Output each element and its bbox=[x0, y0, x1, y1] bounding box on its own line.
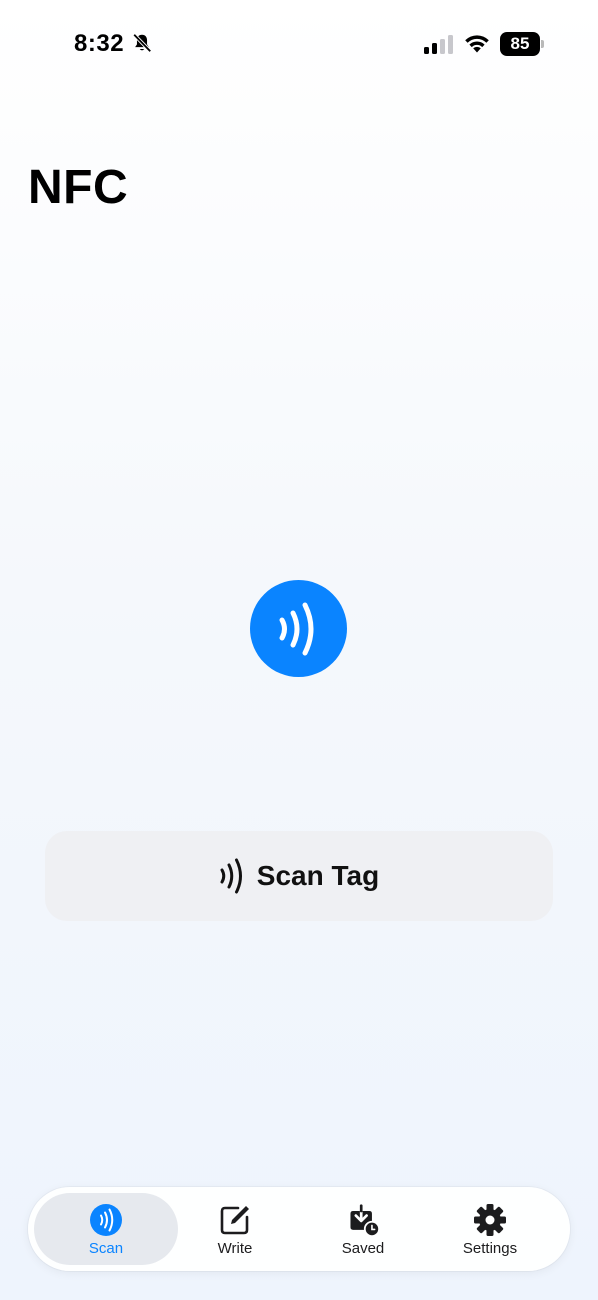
tab-bar: Scan Write Saved Settings bbox=[28, 1187, 570, 1271]
page-title: NFC bbox=[28, 161, 129, 214]
tab-write[interactable]: Write bbox=[171, 1193, 299, 1265]
square-pencil-icon bbox=[218, 1203, 252, 1237]
cellular-signal-icon bbox=[424, 35, 453, 54]
bell-slash-icon bbox=[132, 33, 152, 53]
nfc-status-circle bbox=[250, 580, 347, 677]
scan-tag-button[interactable]: Scan Tag bbox=[45, 831, 553, 921]
status-bar: 8:32 85 bbox=[0, 0, 598, 90]
nfc-waves-icon bbox=[279, 602, 313, 655]
tab-saved[interactable]: Saved bbox=[299, 1193, 427, 1265]
tray-download-clock-icon bbox=[346, 1203, 380, 1237]
tab-settings-label: Settings bbox=[462, 1240, 518, 1257]
tab-scan[interactable]: Scan bbox=[34, 1193, 178, 1265]
wifi-icon bbox=[465, 35, 489, 53]
battery-level: 85 bbox=[500, 32, 540, 56]
gear-icon bbox=[473, 1203, 507, 1237]
tab-write-label: Write bbox=[217, 1240, 253, 1257]
nfc-waves-icon bbox=[220, 858, 242, 894]
tab-saved-label: Saved bbox=[341, 1240, 385, 1257]
battery-cap bbox=[541, 40, 544, 48]
status-time: 8:32 bbox=[74, 30, 125, 57]
scan-tag-button-label: Scan Tag bbox=[256, 860, 380, 891]
tab-scan-label: Scan bbox=[88, 1240, 124, 1257]
tab-settings[interactable]: Settings bbox=[426, 1193, 554, 1265]
nfc-waves-icon bbox=[89, 1203, 123, 1237]
battery-icon: 85 bbox=[500, 32, 544, 56]
